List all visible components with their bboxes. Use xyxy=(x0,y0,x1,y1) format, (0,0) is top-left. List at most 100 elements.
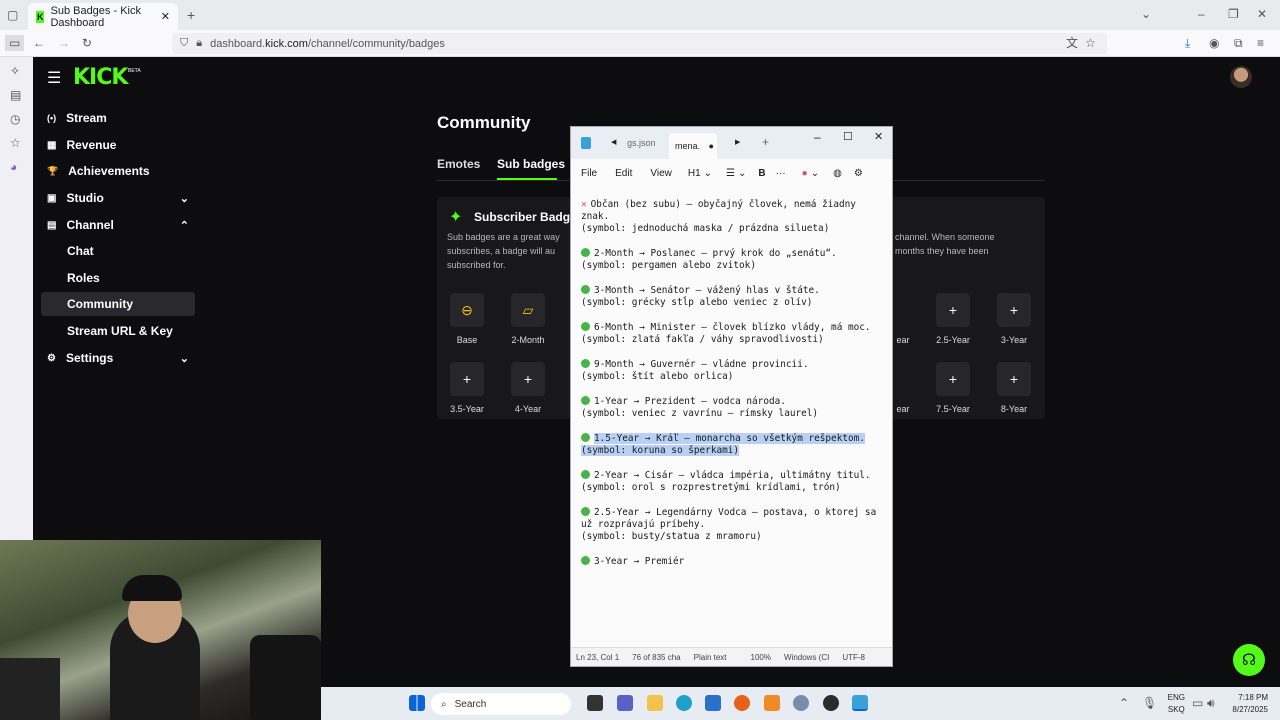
badge-tile-3-year[interactable]: + 3-Year xyxy=(986,293,1042,353)
browser-tab[interactable]: K Sub Badges - Kick Dashboard ✕ xyxy=(28,3,178,30)
kick-logo[interactable]: KICK xyxy=(73,65,128,90)
unsaved-dot-icon[interactable]: ● xyxy=(709,141,714,151)
list-icon[interactable]: ☰ xyxy=(726,168,735,179)
minimize-icon[interactable]: – xyxy=(1198,8,1205,20)
gear-icon[interactable]: ⚙ xyxy=(854,168,863,179)
menu-icon[interactable]: ≡ xyxy=(1257,37,1264,49)
base-badge-icon: ⊖ xyxy=(450,293,484,327)
menu-edit[interactable]: Edit xyxy=(615,168,632,179)
lock-icon[interactable]: 🔒︎ xyxy=(196,37,202,50)
account-icon[interactable]: ◍ xyxy=(833,168,842,179)
encoding[interactable]: UTF-8 xyxy=(842,653,873,662)
tab-sub-badges[interactable]: Sub badges xyxy=(497,157,565,171)
taskbar-search[interactable]: ⌕ Search xyxy=(431,693,571,715)
new-tab-button[interactable]: + xyxy=(187,8,195,22)
taskbar-clock[interactable]: 7:18 PM 8/27/2025 xyxy=(1232,692,1268,716)
notepad-tab-active[interactable]: mena. ● xyxy=(669,133,717,159)
restore-icon[interactable]: ❐ xyxy=(1228,8,1239,20)
minimize-icon[interactable]: – xyxy=(814,130,821,144)
firefox-icon[interactable] xyxy=(734,695,750,711)
sidebar-item-settings[interactable]: ⚙ Settings ⌄ xyxy=(41,346,195,370)
windows-start-icon[interactable] xyxy=(409,695,425,711)
more-options-icon[interactable]: ··· xyxy=(776,168,786,179)
extensions-icon[interactable]: ⧉ xyxy=(1234,37,1243,49)
bookmark-star-icon[interactable]: ☆ xyxy=(1085,37,1096,49)
sidebar-item-label: Stream xyxy=(66,111,107,125)
translate-icon[interactable]: 文 xyxy=(1066,37,1078,49)
zoom-level[interactable]: 100% xyxy=(751,653,779,662)
heading-dropdown[interactable]: H1 xyxy=(688,168,701,179)
sidebar-item-roles[interactable]: Roles xyxy=(41,266,195,290)
help-chat-button[interactable]: ☊ xyxy=(1233,644,1265,676)
file-explorer-icon[interactable] xyxy=(647,695,663,711)
network-icon[interactable]: ▭ xyxy=(1192,697,1203,709)
back-icon[interactable]: ← xyxy=(33,37,45,49)
badge-tile-3-5-year[interactable]: + 3.5-Year xyxy=(439,362,495,422)
badge-tile-base[interactable]: ⊖ Base xyxy=(439,293,495,353)
sidebar-item-revenue[interactable]: ▦ Revenue xyxy=(41,133,195,157)
bookmarks-icon[interactable]: ☆ xyxy=(10,137,21,149)
avatar[interactable] xyxy=(1230,66,1252,88)
plus-icon: + xyxy=(997,362,1031,396)
sidebar-item-chat[interactable]: Chat xyxy=(41,239,195,263)
obs-icon[interactable] xyxy=(823,695,839,711)
close-tab-icon[interactable]: ✕ xyxy=(161,10,170,23)
history-panel-icon[interactable]: ▤ xyxy=(10,89,21,101)
bold-button[interactable]: B xyxy=(758,168,765,179)
menu-file[interactable]: File xyxy=(581,168,597,179)
settings-app-icon[interactable] xyxy=(793,695,809,711)
badge-tile-4-year[interactable]: + 4-Year xyxy=(500,362,556,422)
store-icon[interactable] xyxy=(705,695,721,711)
menu-view[interactable]: View xyxy=(650,168,672,179)
extension-icon[interactable]: ◕ xyxy=(10,161,17,173)
close-icon[interactable]: ✕ xyxy=(874,130,883,143)
tab-scroll-left-icon[interactable]: ◀ xyxy=(611,138,616,146)
sidebar-item-achievements[interactable]: 🏆 Achievements xyxy=(41,159,195,183)
sidebar-item-stream[interactable]: (•) Stream xyxy=(41,106,195,130)
badge-tile-8-year[interactable]: + 8-Year xyxy=(986,362,1042,422)
tab-overview-icon[interactable]: ▢ xyxy=(7,9,18,21)
copilot-icon[interactable]: ● xyxy=(802,168,808,179)
downloads-icon[interactable]: ⤓ xyxy=(1185,37,1190,49)
microphone-icon[interactable]: 🎙︎ xyxy=(1142,697,1157,709)
tab-scroll-right-icon[interactable]: ▶ xyxy=(735,138,740,146)
notepad-taskbar-icon[interactable] xyxy=(852,695,868,711)
volume-icon[interactable]: 🔊︎ xyxy=(1207,697,1215,709)
account-icon[interactable]: ◉ xyxy=(1209,37,1219,49)
format-mode[interactable]: Plain text xyxy=(694,653,735,662)
sidebar-toggle-icon[interactable]: ▭ xyxy=(5,35,25,51)
shield-icon[interactable]: ⛉ xyxy=(180,37,188,50)
badge-tile-2-5-year[interactable]: + 2.5-Year xyxy=(925,293,981,353)
badge-tile-7-5-year[interactable]: + 7.5-Year xyxy=(925,362,981,422)
tray-chevron-icon[interactable]: ⌃ xyxy=(1119,697,1129,709)
sidebar-item-community[interactable]: Community xyxy=(41,292,195,316)
edge-icon[interactable] xyxy=(676,695,692,711)
language-indicator[interactable]: ENG SKQ xyxy=(1168,692,1185,716)
beta-tag: BETA xyxy=(128,68,141,74)
badge-tile-2-month[interactable]: ▱ 2-Month xyxy=(500,293,556,353)
maximize-icon[interactable]: ☐ xyxy=(843,130,853,143)
new-tab-plus-icon[interactable]: + xyxy=(762,135,769,149)
close-window-icon[interactable]: ✕ xyxy=(1257,8,1267,20)
chevron-down-icon: ⌄ xyxy=(738,167,747,179)
tab-list-chevron-icon[interactable]: ⌄ xyxy=(1141,8,1151,20)
hamburger-menu-icon[interactable]: ☰ xyxy=(47,68,61,88)
reload-icon[interactable]: ↻ xyxy=(82,37,92,49)
clock-time: 7:18 PM xyxy=(1238,693,1268,702)
notepad-tab-inactive[interactable]: gs.json xyxy=(627,138,656,148)
teams-icon[interactable] xyxy=(617,695,633,711)
sidebar-item-studio[interactable]: ▣ Studio ⌄ xyxy=(41,186,195,210)
tab-emotes[interactable]: Emotes xyxy=(437,157,480,171)
green-circle-icon xyxy=(581,359,590,368)
line-endings[interactable]: Windows (CI xyxy=(784,653,837,662)
task-view-icon[interactable] xyxy=(587,695,603,711)
ai-sparkle-icon[interactable]: ✧ xyxy=(10,65,20,77)
sidebar-item-channel[interactable]: ▤ Channel ⌃ xyxy=(41,213,195,237)
sublime-icon[interactable] xyxy=(764,695,780,711)
sidebar-item-stream-url-key[interactable]: Stream URL & Key xyxy=(41,319,195,343)
entry-line: 6-Month → Minister – človek blízko vlády… xyxy=(594,322,871,333)
url-field[interactable]: ⛉ 🔒︎ dashboard.kick.com/channel/communit… xyxy=(172,33,1107,54)
red-x-icon: ✕ xyxy=(581,199,587,210)
notepad-text-area[interactable]: ✕ Občan (bez subu) – obyčajný človek, nem… xyxy=(571,187,892,647)
clock-icon[interactable]: ◷ xyxy=(10,113,20,125)
